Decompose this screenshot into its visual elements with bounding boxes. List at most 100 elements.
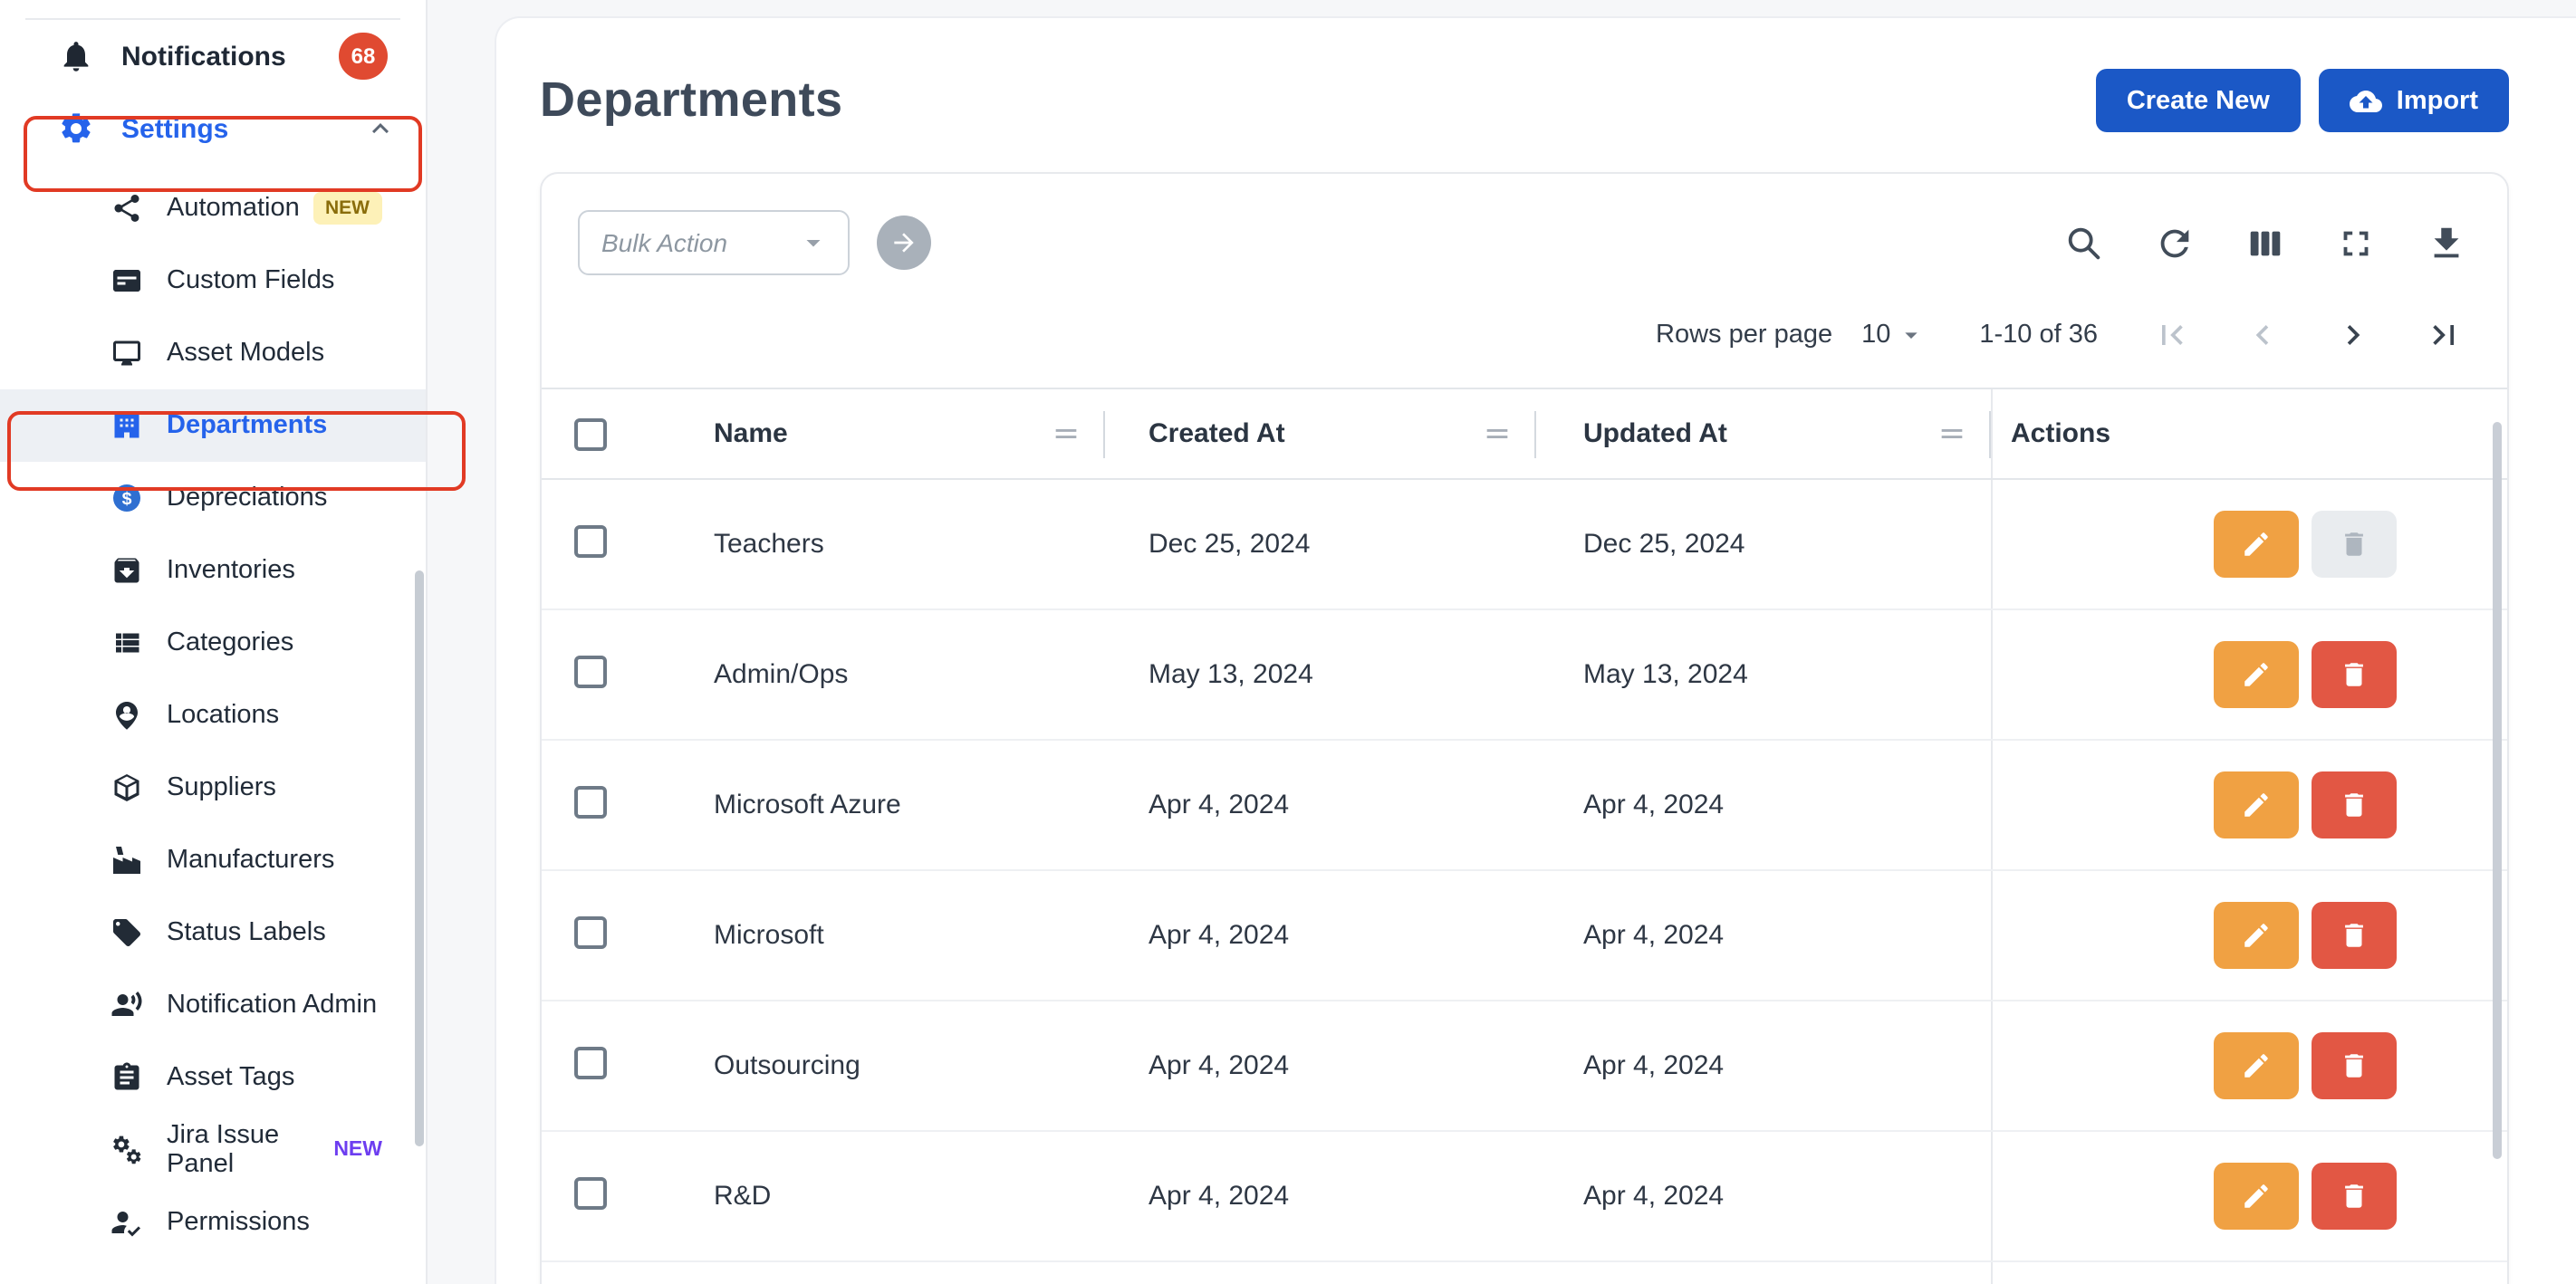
import-button[interactable]: Import xyxy=(2319,69,2509,132)
edit-button[interactable] xyxy=(2214,902,2299,969)
delete-button[interactable] xyxy=(2312,511,2397,578)
sidebar-item-manufacturers[interactable]: Manufacturers xyxy=(0,824,426,896)
sidebar-item-locations[interactable]: Locations xyxy=(0,679,426,752)
delete-button[interactable] xyxy=(2312,902,2397,969)
import-label: Import xyxy=(2397,86,2478,115)
cell-created-at: Dec 25, 2024 xyxy=(1105,529,1536,560)
sidebar-scrollbar[interactable] xyxy=(415,570,424,1146)
sidebar-item-notifications[interactable]: Notifications 68 xyxy=(0,20,426,92)
trash-icon xyxy=(2339,790,2369,820)
edit-button[interactable] xyxy=(2214,1032,2299,1099)
table-row: Management Apr 4, 2024 Apr 4, 2024 xyxy=(542,1262,2507,1284)
cell-created-at: Apr 4, 2024 xyxy=(1105,1181,1536,1212)
cell-updated-at: Apr 4, 2024 xyxy=(1536,1050,1991,1081)
sidebar-item-suppliers[interactable]: Suppliers xyxy=(0,752,426,824)
delete-button[interactable] xyxy=(2312,641,2397,708)
cell-updated-at: Apr 4, 2024 xyxy=(1536,1181,1991,1212)
sidebar-item-asset-tags[interactable]: Asset Tags xyxy=(0,1041,426,1114)
sidebar-item-notification-admin[interactable]: Notification Admin xyxy=(0,969,426,1041)
column-header-created-at[interactable]: Created At xyxy=(1105,389,1536,478)
trash-icon xyxy=(2339,659,2369,690)
sidebar-item-jira-issue-panel[interactable]: Jira Issue Panel NEW xyxy=(0,1114,426,1186)
cell-actions xyxy=(1991,480,2507,608)
edit-button[interactable] xyxy=(2214,641,2299,708)
columns-icon xyxy=(2244,222,2286,264)
sidebar-item-departments[interactable]: Departments xyxy=(0,389,426,462)
column-header-actions: Actions xyxy=(1991,389,2507,478)
sidebar-item-categories[interactable]: Categories xyxy=(0,607,426,679)
sidebar-item-label: Jira Issue Panel xyxy=(167,1121,319,1179)
pencil-icon xyxy=(2241,920,2272,951)
sidebar: Notifications 68 Settings Automation NEW… xyxy=(0,0,428,1284)
row-checkbox[interactable] xyxy=(574,524,607,557)
next-page-button[interactable] xyxy=(2333,315,2373,355)
trash-icon xyxy=(2339,1050,2369,1081)
table-tools xyxy=(2063,222,2467,264)
table-row: Microsoft Apr 4, 2024 Apr 4, 2024 xyxy=(542,871,2507,1001)
column-menu-icon[interactable] xyxy=(1937,418,1967,449)
sidebar-item-label: Status Labels xyxy=(167,918,326,947)
sidebar-item-label: Departments xyxy=(167,411,327,440)
edit-button[interactable] xyxy=(2214,511,2299,578)
column-label: Name xyxy=(714,418,788,449)
sidebar-item-label: Notifications xyxy=(121,41,286,72)
cell-updated-at: Dec 25, 2024 xyxy=(1536,529,1991,560)
table-row: R&D Apr 4, 2024 Apr 4, 2024 xyxy=(542,1132,2507,1262)
sidebar-item-label: Depreciations xyxy=(167,484,327,513)
download-button[interactable] xyxy=(2426,222,2467,264)
pencil-icon xyxy=(2241,659,2272,690)
row-checkbox[interactable] xyxy=(574,1176,607,1209)
refresh-button[interactable] xyxy=(2154,222,2196,264)
sidebar-item-permissions[interactable]: Permissions xyxy=(0,1186,426,1259)
column-menu-icon[interactable] xyxy=(1482,418,1513,449)
columns-button[interactable] xyxy=(2244,222,2286,264)
row-checkbox[interactable] xyxy=(574,915,607,948)
first-page-button[interactable] xyxy=(2152,315,2192,355)
trash-icon xyxy=(2339,920,2369,951)
trash-icon xyxy=(2339,1181,2369,1212)
column-menu-icon[interactable] xyxy=(1051,418,1081,449)
new-badge: NEW xyxy=(312,192,382,225)
sidebar-item-label: Asset Models xyxy=(167,339,324,368)
fullscreen-button[interactable] xyxy=(2335,222,2377,264)
select-all-checkbox[interactable] xyxy=(574,417,607,450)
table-scrollbar[interactable] xyxy=(2493,422,2502,1159)
pencil-icon xyxy=(2241,1050,2272,1081)
sidebar-item-label: Asset Tags xyxy=(167,1063,294,1092)
prev-page-button[interactable] xyxy=(2243,315,2283,355)
cell-created-at: Apr 4, 2024 xyxy=(1105,920,1536,951)
building-icon xyxy=(111,409,143,442)
rows-per-page-select[interactable]: 10 xyxy=(1861,321,1925,350)
column-header-updated-at[interactable]: Updated At xyxy=(1536,389,1991,478)
delete-button[interactable] xyxy=(2312,771,2397,838)
sidebar-item-status-labels[interactable]: Status Labels xyxy=(0,896,426,969)
settings-submenu: Automation NEW Custom Fields Asset Model… xyxy=(0,172,426,1259)
trash-icon xyxy=(2339,529,2369,560)
sidebar-item-automation[interactable]: Automation NEW xyxy=(0,172,426,244)
sidebar-item-inventories[interactable]: Inventories xyxy=(0,534,426,607)
sidebar-item-asset-models[interactable]: Asset Models xyxy=(0,317,426,389)
column-header-name[interactable]: Name xyxy=(658,389,1105,478)
content-panel: Departments Create New Import Bulk Actio… xyxy=(495,16,2576,1284)
departments-card: Bulk Action Rows per page xyxy=(540,172,2509,1284)
edit-button[interactable] xyxy=(2214,771,2299,838)
row-checkbox[interactable] xyxy=(574,1046,607,1078)
search-button[interactable] xyxy=(2063,222,2105,264)
search-icon xyxy=(2063,222,2105,264)
sidebar-item-depreciations[interactable]: $ Depreciations xyxy=(0,462,426,534)
bulk-action-apply-button[interactable] xyxy=(877,216,931,270)
delete-button[interactable] xyxy=(2312,1032,2397,1099)
sidebar-item-settings[interactable]: Settings xyxy=(0,92,426,165)
rows-per-page-value: 10 xyxy=(1861,321,1890,350)
row-checkbox[interactable] xyxy=(574,655,607,687)
row-checkbox[interactable] xyxy=(574,785,607,818)
edit-button[interactable] xyxy=(2214,1163,2299,1230)
delete-button[interactable] xyxy=(2312,1163,2397,1230)
column-label: Created At xyxy=(1149,418,1285,449)
page-title: Departments xyxy=(540,72,843,129)
create-new-button[interactable]: Create New xyxy=(2096,69,2301,132)
last-page-button[interactable] xyxy=(2424,315,2464,355)
sidebar-item-custom-fields[interactable]: Custom Fields xyxy=(0,244,426,317)
cell-actions xyxy=(1991,871,2507,1000)
bulk-action-select[interactable]: Bulk Action xyxy=(578,210,850,275)
